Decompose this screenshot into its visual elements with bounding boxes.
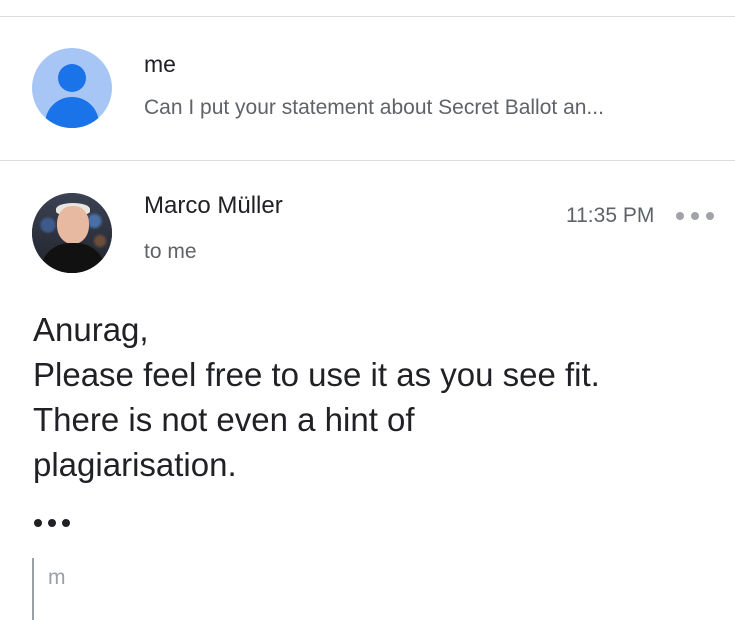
message-body: Anurag, Please feel free to use it as yo… bbox=[33, 307, 713, 487]
body-line: Please feel free to use it as you see fi… bbox=[33, 356, 600, 393]
body-line: plagiarisation. bbox=[33, 446, 237, 483]
collapsed-sender-name: me bbox=[144, 51, 176, 77]
sender-avatar[interactable] bbox=[32, 193, 112, 273]
more-dot bbox=[691, 212, 699, 220]
quoted-text-bar bbox=[32, 558, 34, 620]
recipient-details-link[interactable]: to me bbox=[144, 240, 197, 264]
avatar-body-shape bbox=[45, 97, 99, 128]
avatar-photo-face bbox=[57, 206, 89, 244]
collapsed-message-snippet: Can I put your statement about Secret Ba… bbox=[144, 96, 604, 119]
more-dot bbox=[676, 212, 684, 220]
collapsed-message-row[interactable]: me Can I put your statement about Secret… bbox=[0, 17, 735, 160]
body-line: There is not even a hint of bbox=[33, 401, 415, 438]
quoted-text: m bbox=[48, 566, 66, 589]
sender-name[interactable]: Marco Müller bbox=[144, 192, 283, 220]
ellipsis-dot bbox=[48, 519, 56, 527]
more-options-icon[interactable] bbox=[676, 206, 714, 226]
body-line: Anurag, bbox=[33, 311, 149, 348]
ellipsis-dot bbox=[34, 519, 42, 527]
message-timestamp: 11:35 PM bbox=[566, 204, 655, 227]
more-dot bbox=[706, 212, 714, 220]
message-divider bbox=[0, 160, 735, 161]
ellipsis-dot bbox=[62, 519, 70, 527]
show-trimmed-content-ellipsis-icon[interactable] bbox=[34, 514, 70, 532]
avatar-head-shape bbox=[58, 64, 86, 92]
default-avatar-icon bbox=[32, 48, 112, 128]
